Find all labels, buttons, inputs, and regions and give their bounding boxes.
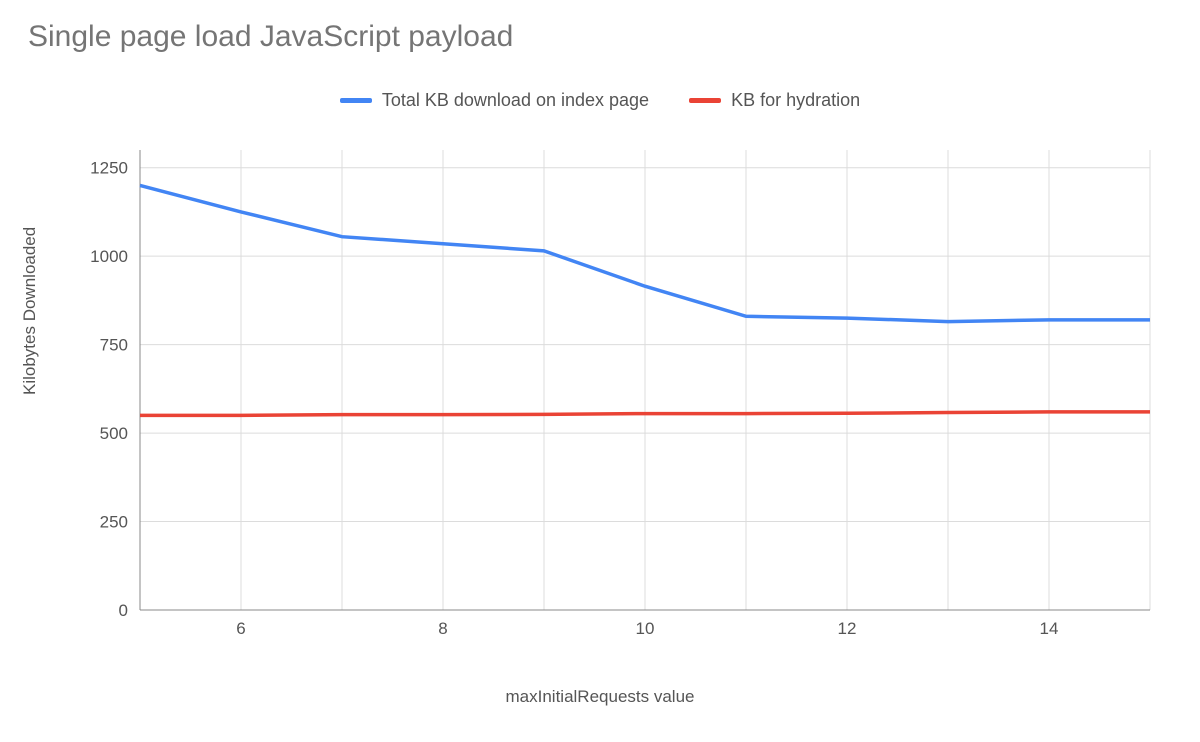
y-tick-label: 750 <box>100 336 128 355</box>
y-tick-label: 250 <box>100 513 128 532</box>
chart-plot-area: 02505007501000125068101214 <box>140 140 1150 640</box>
y-tick-label: 500 <box>100 424 128 443</box>
chart-title: Single page load JavaScript payload <box>28 20 513 54</box>
x-tick-label: 8 <box>438 619 447 638</box>
y-tick-label: 1000 <box>90 247 128 266</box>
x-tick-label: 6 <box>236 619 245 638</box>
legend-swatch-blue <box>340 98 372 103</box>
x-tick-label: 12 <box>838 619 857 638</box>
x-tick-label: 10 <box>636 619 655 638</box>
y-tick-label: 0 <box>119 601 128 620</box>
series-line-hydration <box>140 412 1150 416</box>
x-tick-label: 14 <box>1040 619 1059 638</box>
legend-label-total: Total KB download on index page <box>382 90 649 111</box>
legend-swatch-red <box>689 98 721 103</box>
y-tick-label: 1250 <box>90 159 128 178</box>
y-axis-label: Kilobytes Downloaded <box>20 227 40 395</box>
legend-label-hydration: KB for hydration <box>731 90 860 111</box>
chart-svg: 02505007501000125068101214 <box>140 140 1150 640</box>
chart-legend: Total KB download on index page KB for h… <box>0 90 1200 111</box>
legend-item-total: Total KB download on index page <box>340 90 649 111</box>
legend-item-hydration: KB for hydration <box>689 90 860 111</box>
x-axis-label: maxInitialRequests value <box>0 687 1200 707</box>
